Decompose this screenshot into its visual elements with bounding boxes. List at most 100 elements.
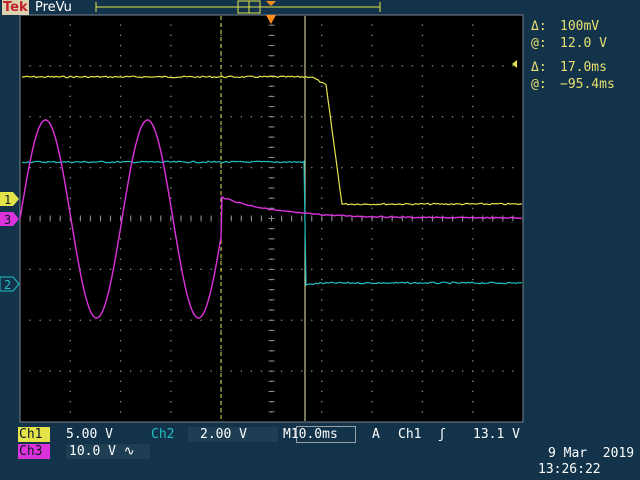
grid-dot [69, 187, 71, 189]
grid-dot [170, 105, 172, 108]
grid-dot [170, 55, 172, 57]
grid-dot [502, 370, 504, 372]
grid-dot [190, 116, 192, 118]
grid-dot [472, 156, 474, 159]
trigger-mode: A [372, 427, 380, 442]
grid-dot [29, 116, 31, 118]
grid-dot [482, 65, 484, 67]
ch1-ground-marker[interactable]: 1 [0, 192, 19, 207]
voltage-delta-readout: 100mV [560, 19, 600, 34]
grid-dot [321, 85, 323, 87]
ch1-scale: 5.00 V [66, 427, 113, 442]
grid-dot [381, 268, 383, 270]
grid-dot [361, 319, 363, 321]
grid-dot [321, 228, 323, 230]
grid-dot [472, 146, 474, 148]
grid-dot [371, 360, 373, 362]
grid-dot [421, 167, 424, 169]
grid-dot [280, 65, 283, 67]
grid-dot [130, 319, 132, 321]
trigger-source[interactable]: Ch1 [398, 427, 421, 442]
grid-dot [130, 116, 132, 118]
grid-dot [431, 268, 434, 270]
timebase-readout[interactable]: M10.0ms [283, 427, 338, 442]
grid-dot [170, 156, 172, 159]
grid-dot [381, 370, 383, 372]
svg-text:3: 3 [4, 213, 11, 227]
ch2-ground-marker[interactable]: 2 [0, 276, 20, 292]
grid-dot [120, 116, 122, 118]
grid-dot [371, 329, 373, 332]
grid-dot [79, 370, 81, 372]
time-delta-symbol: Δ: [531, 60, 547, 75]
grid-dot [230, 167, 232, 169]
grid-dot [109, 268, 112, 270]
grid-dot [381, 167, 383, 169]
grid-dot [170, 329, 172, 332]
grid-dot [431, 167, 434, 169]
grid-dot [472, 401, 474, 403]
grid-dot [482, 370, 484, 372]
grid-dot [321, 65, 323, 67]
grid-dot [512, 370, 514, 372]
ch3-ground-marker[interactable]: 3 [0, 212, 19, 227]
grid-dot [321, 319, 323, 321]
ch2-label[interactable]: Ch2 [151, 427, 174, 442]
grid-dot [291, 116, 293, 118]
grid-dot [291, 65, 293, 67]
grid-dot [321, 309, 323, 311]
grid-dot [220, 329, 222, 332]
grid-dot [291, 370, 293, 372]
grid-dot [39, 268, 41, 270]
grid-dot [170, 340, 172, 342]
grid-dot [200, 116, 202, 118]
timebase-value: 10.0ms [290, 427, 338, 442]
grid-dot [341, 268, 343, 270]
grid-dot [29, 65, 31, 67]
grid-dot [29, 370, 31, 372]
grid-dot [260, 319, 263, 321]
grid-dot [421, 44, 424, 47]
grid-dot [371, 228, 373, 230]
grid-dot [220, 258, 222, 260]
ch3-label[interactable]: Ch3 [18, 444, 50, 459]
grid-dot [119, 44, 122, 47]
grid-dot [421, 340, 424, 342]
voltage-at-symbol: @: [531, 36, 547, 51]
grid-dot [119, 34, 122, 36]
grid-dot [69, 329, 71, 332]
grid-dot [421, 105, 424, 108]
grid-dot [451, 370, 454, 372]
grid-dot [250, 268, 252, 270]
grid-dot [472, 34, 474, 36]
grid-dot [119, 329, 122, 332]
grid-dot [39, 167, 41, 169]
grid-dot [391, 65, 393, 67]
grid-dot [280, 268, 283, 270]
grid-dot [472, 370, 474, 372]
grid-dot [119, 126, 122, 128]
grid-dot [49, 370, 51, 372]
grid-dot [99, 319, 102, 321]
grid-dot [431, 319, 434, 321]
grid-dot [361, 116, 363, 118]
ch1-label[interactable]: Ch1 [18, 427, 50, 442]
grid-dot [210, 116, 212, 118]
grid-dot [321, 187, 323, 189]
grid-dot [321, 177, 323, 179]
grid-dot [371, 177, 373, 179]
grid-dot [331, 116, 333, 118]
grid-dot [401, 268, 403, 270]
grid-dot [301, 268, 303, 270]
grid-dot [421, 289, 424, 291]
grid-dot [351, 167, 353, 169]
grid-dot [160, 65, 162, 67]
grid-dot [321, 401, 323, 403]
grid-dot [472, 380, 474, 382]
grid-dot [200, 167, 202, 169]
grid-dot [150, 319, 152, 321]
grid-dot [69, 248, 71, 250]
grid-dot [200, 268, 202, 270]
grid-dot [431, 370, 434, 372]
grid-dot [220, 55, 222, 57]
